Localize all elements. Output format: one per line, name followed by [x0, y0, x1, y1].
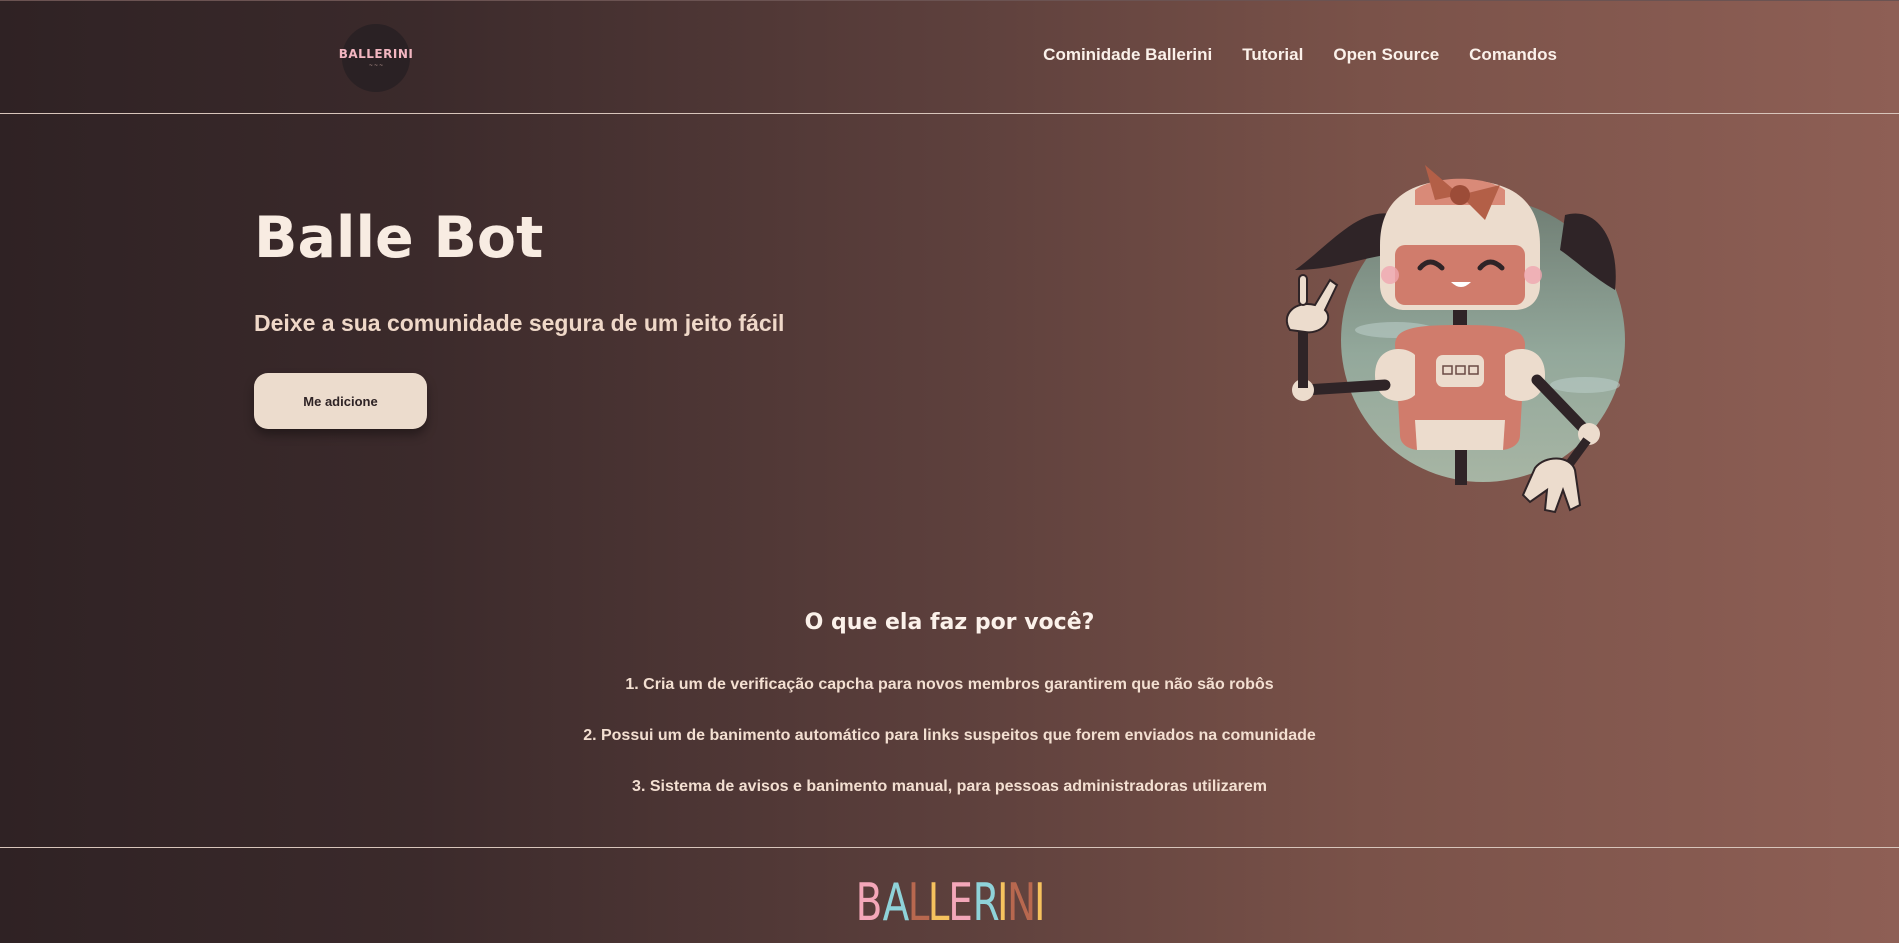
nav-link-comandos[interactable]: Comandos	[1469, 45, 1557, 65]
footer-logo-letter: B	[855, 873, 884, 933]
feature-item-warnings: 3. Sistema de avisos e banimento manual,…	[632, 778, 1267, 795]
add-bot-button[interactable]: Me adicione	[254, 373, 427, 429]
site-header: BALLERINI ~ ~ ~ Cominidade Ballerini Tut…	[0, 0, 1899, 114]
ballerini-logo-icon[interactable]: BALLERINI ~ ~ ~	[339, 24, 413, 92]
logo-decoration: ~ ~ ~	[369, 63, 383, 69]
logo-text: BALLERINI	[338, 47, 414, 61]
hero-subtitle: Deixe a sua comunidade segura de um jeit…	[254, 310, 785, 336]
hero-title: Balle Bot	[254, 205, 544, 271]
footer-logo-letter: N	[1006, 873, 1037, 933]
feature-item-captcha: 1. Cria um de verificação capcha para no…	[625, 676, 1274, 693]
nav-link-tutorial[interactable]: Tutorial	[1242, 45, 1303, 65]
footer-logo: BALLERINI	[0, 873, 1899, 933]
nav-link-open-source[interactable]: Open Source	[1333, 45, 1439, 65]
main-nav: Cominidade Ballerini Tutorial Open Sourc…	[1043, 45, 1557, 65]
face-screen	[1395, 245, 1525, 305]
footer-logo-letter: L	[928, 873, 951, 933]
footer-logo-letter: E	[948, 873, 974, 933]
robot-girl-illustration	[1285, 165, 1625, 514]
feature-item-auto-ban: 2. Possui um de banimento automático par…	[583, 727, 1316, 744]
nav-link-comunidade[interactable]: Cominidade Ballerini	[1043, 45, 1212, 65]
features-list: 1. Cria um de verificação capcha para no…	[0, 676, 1899, 829]
footer-logo-letter: I	[1033, 873, 1046, 933]
footer-logo-letter: A	[882, 873, 910, 933]
features-title: O que ela faz por você?	[804, 610, 1095, 635]
site-footer: BALLERINI	[0, 847, 1899, 943]
